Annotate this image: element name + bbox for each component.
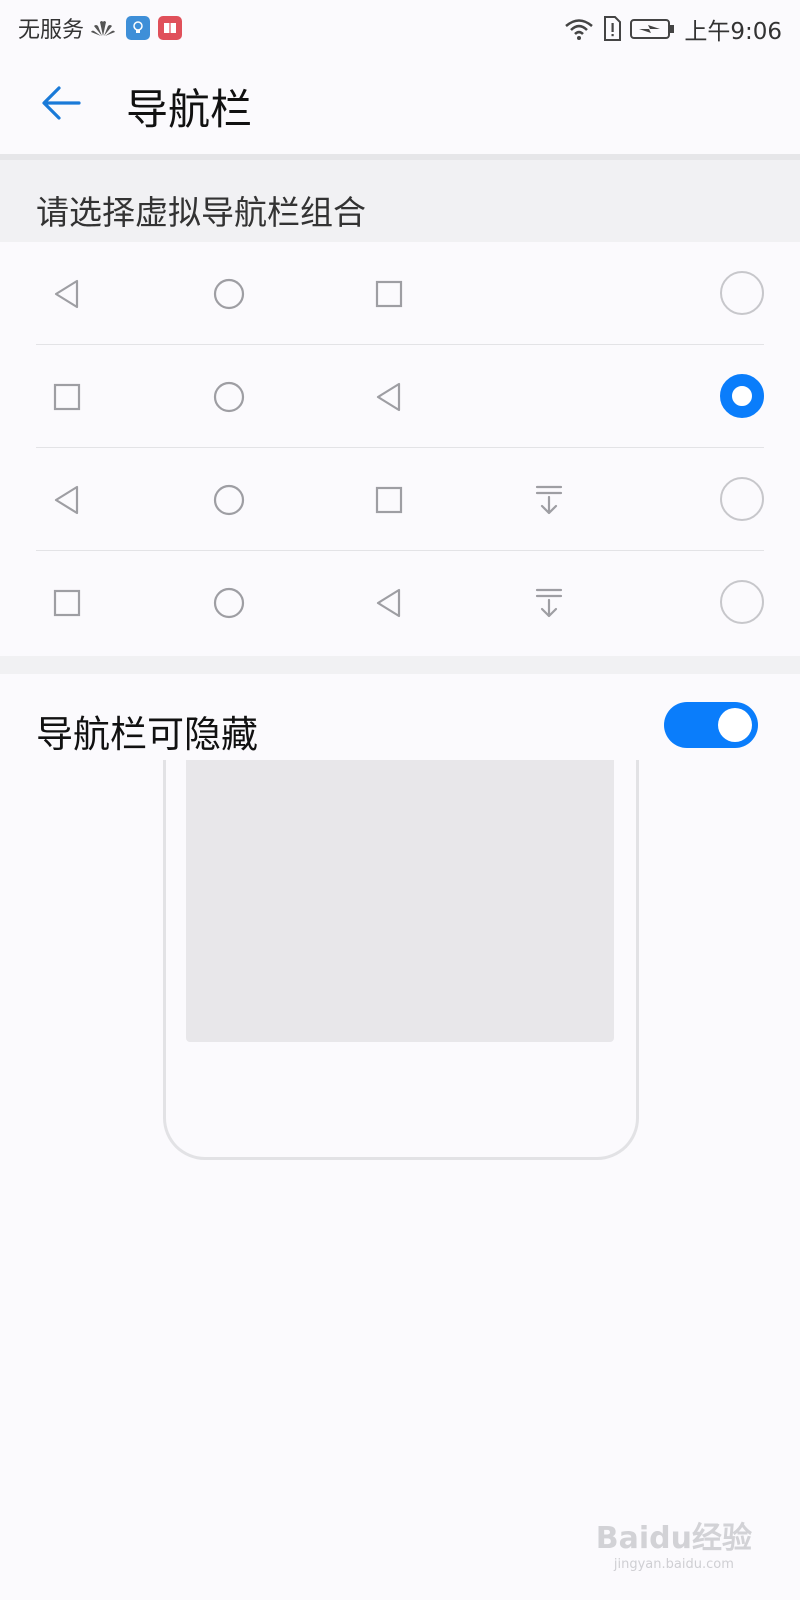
recent-square-icon (372, 277, 406, 311)
section-header: 请选择虚拟导航栏组合 (0, 160, 800, 242)
app-header: 导航栏 (0, 56, 800, 154)
lightbulb-app-icon (126, 16, 151, 40)
watermark: Baidu经验 jingyan.baidu.com (596, 1513, 752, 1572)
recent-square-icon (372, 483, 406, 517)
switch-knob (718, 708, 752, 742)
watermark-url: jingyan.baidu.com (613, 1557, 734, 1572)
nav-option-row[interactable] (0, 551, 800, 654)
carrier-label: 无服务 (18, 18, 85, 43)
book-app-icon (158, 16, 183, 40)
clock: 上午9:06 (684, 19, 782, 45)
option-radio-selected[interactable] (720, 374, 764, 418)
nav-option-row[interactable] (0, 345, 800, 448)
section-title: 请选择虚拟导航栏组合 (36, 193, 366, 232)
home-circle-icon (212, 380, 246, 414)
status-bar: 无服务 上午9:06 (0, 0, 800, 56)
home-circle-icon (212, 483, 246, 517)
nav-option-row[interactable] (0, 242, 800, 345)
phone-preview-illustration (163, 760, 639, 1160)
recent-square-icon (50, 380, 84, 414)
back-triangle-icon (372, 586, 406, 620)
option-radio[interactable] (720, 477, 764, 521)
home-circle-icon (212, 586, 246, 620)
huawei-logo-icon (91, 21, 116, 36)
arrow-left-icon (42, 86, 81, 120)
back-triangle-icon (372, 380, 406, 414)
home-circle-icon (212, 277, 246, 311)
hide-navbar-icon (532, 483, 566, 517)
sim-alert-icon (604, 16, 622, 41)
section-gap (0, 656, 800, 674)
phone-preview-screen (186, 760, 614, 1042)
option-radio[interactable] (720, 580, 764, 624)
hide-navbar-icon (532, 586, 566, 620)
hide-navbar-label: 导航栏可隐藏 (36, 713, 258, 756)
option-radio[interactable] (720, 271, 764, 315)
watermark-brand: Baidu经验 (595, 1521, 752, 1556)
back-triangle-icon (50, 483, 84, 517)
page-title: 导航栏 (126, 85, 253, 134)
recent-square-icon (50, 586, 84, 620)
battery-charging-icon (630, 19, 675, 39)
wifi-icon (565, 19, 594, 40)
nav-option-row[interactable] (0, 448, 800, 551)
hide-navbar-switch[interactable] (664, 702, 758, 748)
back-button[interactable] (36, 78, 86, 128)
nav-options-list (0, 242, 800, 654)
back-triangle-icon (50, 277, 84, 311)
